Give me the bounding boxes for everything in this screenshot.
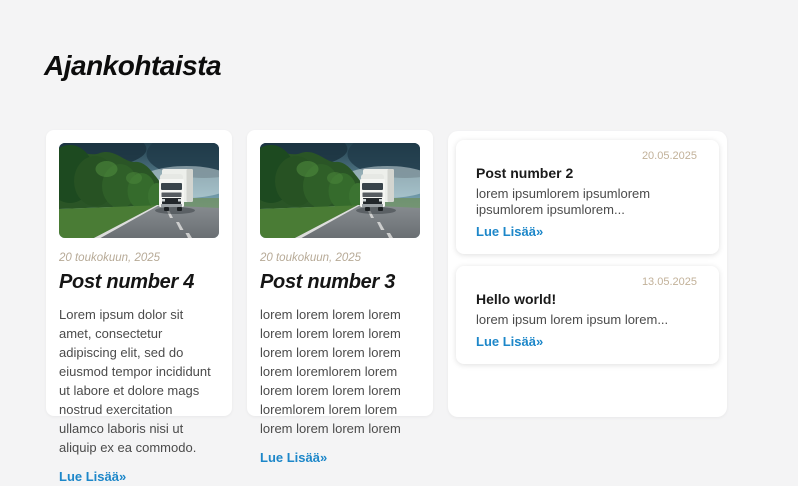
post-4-featured-image truck-photo <box>59 143 219 238</box>
post-card-4: 20 toukokuun, 2025 Post number 4 Lorem i… <box>46 130 232 484</box>
post-2-date: 20.05.2025 <box>641 150 697 162</box>
post-3-excerpt: lorem lorem lorem lorem lorem lorem lore… <box>260 307 401 436</box>
post-3-featured-image truck-photo <box>260 143 420 238</box>
hello-world-title: Hello world! <box>476 291 557 307</box>
hello-world-read-more-link[interactable]: Lue Lisää» <box>476 334 543 349</box>
hello-world-date: 13.05.2025 <box>641 276 697 288</box>
page-title: Ajankohtaista <box>44 50 222 81</box>
post-4-date: 20 toukokuun, 2025 <box>59 252 161 264</box>
truck-on-road-illustration <box>260 143 420 238</box>
post-3-date: 20 toukokuun, 2025 <box>260 252 362 264</box>
post-card-2: 20.05.2025 Post number 2 lorem ipsumlore… <box>456 140 719 254</box>
truck-on-road-illustration <box>59 143 219 238</box>
post-2-excerpt: lorem ipsumlorem ipsumlorem ipsumlorem i… <box>476 186 651 217</box>
post-2-title: Post number 2 <box>476 165 574 181</box>
post-card-hello-world: 13.05.2025 Hello world! lorem ipsum lore… <box>456 266 719 364</box>
post-4-excerpt: Lorem ipsum dolor sit amet, consectetur … <box>59 307 211 455</box>
post-4-read-more-link[interactable]: Lue Lisää» <box>59 469 126 484</box>
post-card-3: 20 toukokuun, 2025 Post number 3 lorem l… <box>247 130 433 465</box>
post-2-read-more-link[interactable]: Lue Lisää» <box>476 224 543 239</box>
post-4-title: Post number 4 <box>59 271 195 293</box>
post-3-title: Post number 3 <box>260 271 396 293</box>
post-3-read-more-link[interactable]: Lue Lisää» <box>260 450 327 465</box>
recent-posts-panel: 20.05.2025 Post number 2 lorem ipsumlore… <box>448 131 727 417</box>
hello-world-excerpt: lorem ipsum lorem ipsum lorem... <box>476 312 669 327</box>
